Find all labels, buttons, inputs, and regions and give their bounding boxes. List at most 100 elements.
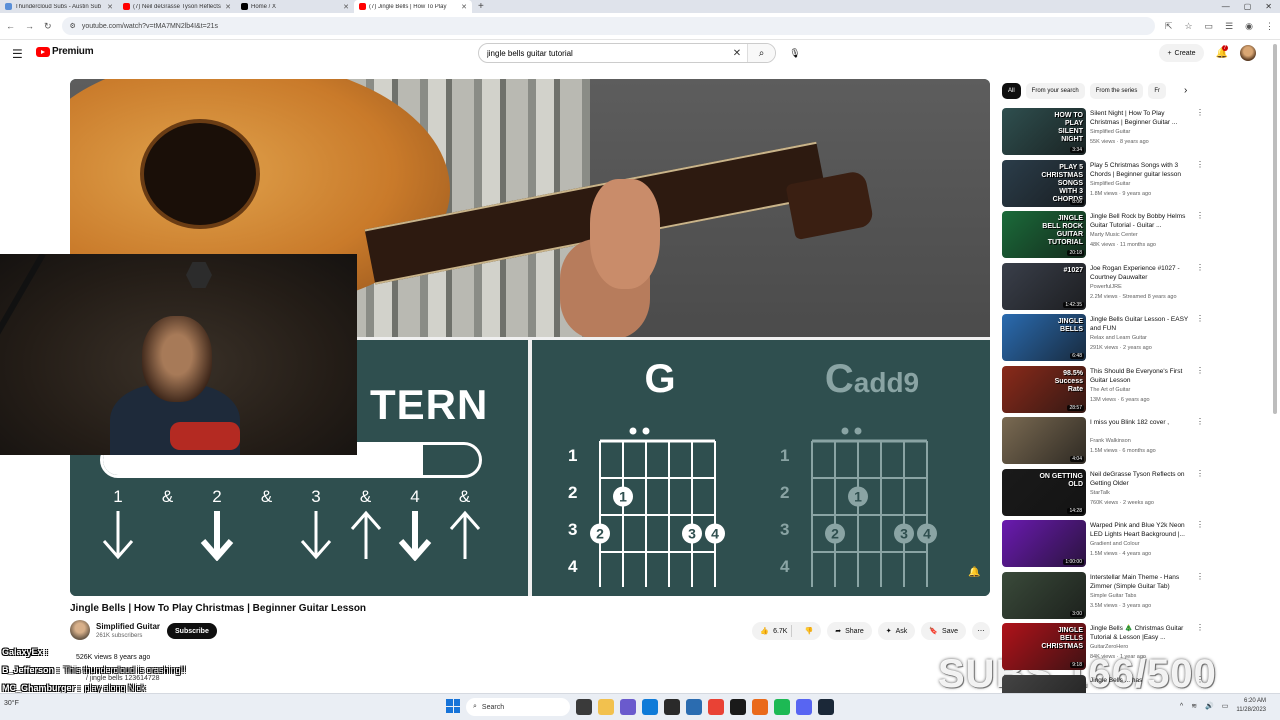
site-info-icon[interactable]: ⚙ [70, 22, 76, 30]
video-thumbnail[interactable]: 4:04 [1002, 417, 1086, 464]
notifications-bell-icon[interactable]: 🔔 7 [1216, 44, 1229, 59]
url-input[interactable]: ⚙ youtube.com/watch?v=tMA7MN2lb4I&t=21s [61, 17, 1155, 35]
filter-chip[interactable]: From your search [1025, 83, 1085, 99]
menu-icon[interactable]: ☰ [12, 47, 23, 61]
windows-start-icon[interactable] [446, 699, 460, 713]
recommendation-item[interactable]: PLAY 5 CHRISTMAS SONGS WITH 3 CHORDS 8:06… [1002, 159, 1207, 212]
minimize-icon[interactable]: — [1222, 2, 1230, 11]
more-options-icon[interactable]: ⋮ [1196, 623, 1204, 632]
clear-search-icon[interactable]: ✕ [727, 48, 747, 59]
weather-widget[interactable]: 30°F [4, 700, 19, 707]
recommendation-title[interactable]: Jingle Bells 🎄 Christmas Guitar Tutorial… [1090, 624, 1190, 642]
account-avatar[interactable] [1240, 45, 1256, 61]
more-options-icon[interactable]: ⋮ [1196, 160, 1204, 169]
outlook-icon[interactable] [686, 699, 702, 715]
recommendation-channel[interactable]: GuitarZeroHero [1090, 644, 1128, 650]
recommendation-title[interactable]: Joe Rogan Experience #1027 - Courtney Da… [1090, 264, 1190, 282]
browser-menu-icon[interactable]: ⋮ [1265, 21, 1274, 32]
sidebar-icon[interactable]: ▭ [1205, 21, 1214, 32]
recommendation-title[interactable]: Jingle Bells ... has [1090, 676, 1190, 685]
voice-search-icon[interactable]: 🎙 [786, 45, 804, 61]
video-thumbnail[interactable]: 98.5% Success Rate 28:57 [1002, 365, 1086, 413]
task-view-icon[interactable] [576, 699, 592, 715]
recommendation-item[interactable]: JINGLE BELLS 6:48 Jingle Bells Guitar Less… [1002, 314, 1207, 366]
video-thumbnail[interactable]: JINGLE BELLS CHRISTMAS 9:18 [1002, 623, 1086, 670]
steam-icon[interactable] [818, 699, 834, 715]
forward-icon[interactable]: → [25, 21, 34, 31]
recommendation-channel[interactable]: Simplified Guitar [1090, 181, 1130, 187]
video-thumbnail[interactable]: JINGLE BELL ROCK GUITAR TUTORIAL 20:18 [1002, 211, 1086, 258]
close-tab-icon[interactable]: ✕ [225, 3, 231, 11]
recommendation-channel[interactable]: Relax and Learn Guitar [1090, 335, 1147, 341]
share-button[interactable]: ➦ Share [827, 622, 872, 640]
close-tab-icon[interactable]: ✕ [343, 3, 349, 11]
recommendation-channel[interactable]: The Art of Guitar [1090, 387, 1130, 393]
recommendation-channel[interactable]: Simple Guitar Tabs [1090, 593, 1136, 599]
recommendation-title[interactable]: Warped Pink and Blue Y2k Neon LED Lights… [1090, 521, 1190, 539]
bookmark-star-icon[interactable]: ☆ [1184, 21, 1192, 32]
recommendation-item[interactable]: 3:00 Interstellar Main Theme - Hans Zimme… [1002, 571, 1207, 624]
recommendation-item[interactable]: JINGLE BELLS CHRISTMAS 9:18 Jingle Bells 🎄… [1002, 623, 1207, 675]
filter-chip[interactable]: Fr [1148, 83, 1167, 99]
discord-icon[interactable] [796, 699, 812, 715]
video-thumbnail[interactable]: #1027 1:42:35 [1002, 262, 1086, 310]
browser-tab[interactable]: Thundercloud Subs - Austin Sub ✕ [0, 0, 118, 13]
video-thumbnail[interactable]: JINGLE BELLS 6:48 [1002, 314, 1086, 361]
recommendation-title[interactable]: I miss you Blink 182 cover , [1090, 418, 1190, 427]
more-options-icon[interactable]: ⋮ [1196, 211, 1204, 220]
tray-chevron-icon[interactable]: ^ [1180, 703, 1183, 710]
like-count[interactable]: 6.7K [773, 628, 787, 635]
recommendation-title[interactable]: Jingle Bell Rock by Bobby Helms Guitar T… [1090, 212, 1190, 230]
browser-tab[interactable]: Home / X ✕ [236, 0, 354, 13]
edge-icon[interactable] [642, 699, 658, 715]
channel-avatar[interactable] [70, 620, 90, 640]
new-tab-button[interactable]: + [472, 1, 490, 12]
recommendation-title[interactable]: Silent Night | How To Play Christmas | B… [1090, 109, 1190, 127]
youtube-logo[interactable]: Premium [36, 46, 94, 57]
profile-icon[interactable]: ◉ [1245, 21, 1253, 32]
app-icon[interactable] [752, 699, 768, 715]
store-icon[interactable] [664, 699, 680, 715]
recommendation-item[interactable]: JINGLE BELL ROCK GUITAR TUTORIAL 20:18 Jin… [1002, 211, 1207, 263]
recommendation-channel[interactable]: Gradient and Colour [1090, 541, 1140, 547]
search-button[interactable]: ⌕ [747, 44, 775, 62]
more-options-icon[interactable]: ⋮ [1196, 108, 1204, 117]
recommendation-channel[interactable]: StarTalk [1090, 490, 1110, 496]
create-button[interactable]: + Create [1159, 44, 1204, 62]
recommendation-item[interactable]: ON GETTING OLD 14:28 Neil deGrasse Tyson R… [1002, 468, 1207, 521]
install-icon[interactable]: ⇱ [1165, 21, 1173, 32]
volume-icon[interactable]: 🔊 [1205, 702, 1214, 710]
recommendation-item[interactable]: HOW TO PLAY SILENT NIGHT 3:34 Silent Night… [1002, 108, 1207, 160]
browser-tab[interactable]: (7) Jingle Bells | How To Play ✕ [354, 0, 472, 13]
more-options-icon[interactable]: ⋮ [1196, 469, 1204, 478]
search-input[interactable] [479, 48, 727, 58]
video-thumbnail[interactable]: ON GETTING OLD 14:28 [1002, 468, 1086, 516]
recommendation-item[interactable]: 4:04 I miss you Blink 182 cover , Frank Wa… [1002, 417, 1207, 469]
browser-tab[interactable]: (7) Neil deGrasse Tyson Reflects ✕ [118, 0, 236, 13]
recommendation-channel[interactable]: Frank Walkinson [1090, 438, 1131, 444]
clock[interactable]: 6:20 AM 11/28/2023 [1236, 697, 1266, 715]
extensions-icon[interactable]: ☰ [1225, 21, 1233, 32]
reload-icon[interactable]: ↻ [44, 21, 52, 32]
file-explorer-icon[interactable] [598, 699, 614, 715]
recommendation-title[interactable]: Neil deGrasse Tyson Reflects on Getting … [1090, 470, 1190, 488]
close-tab-icon[interactable]: ✕ [107, 3, 113, 11]
more-options-icon[interactable]: ⋮ [1196, 675, 1204, 684]
back-icon[interactable]: ← [6, 21, 15, 31]
recommendation-title[interactable]: Play 5 Christmas Songs with 3 Chords | B… [1090, 161, 1190, 179]
recommendation-channel[interactable]: Marty Music Center [1090, 232, 1138, 238]
more-actions-button[interactable]: ⋯ [972, 622, 990, 640]
battery-icon[interactable]: ▭ [1222, 702, 1229, 710]
recommendation-item[interactable]: #1027 1:42:35 Joe Rogan Experience #1027 -… [1002, 262, 1207, 315]
more-options-icon[interactable]: ⋮ [1196, 520, 1204, 529]
channel-name[interactable]: Simplified Guitar [96, 622, 160, 631]
more-options-icon[interactable]: ⋮ [1196, 314, 1204, 323]
recommendation-channel[interactable]: Simplified Guitar [1090, 129, 1130, 135]
filter-chip[interactable]: All [1002, 83, 1021, 99]
taskbar-search[interactable]: ⌕ Search [466, 698, 570, 716]
recommendation-title[interactable]: This Should Be Everyone's First Guitar L… [1090, 367, 1190, 385]
spotify-icon[interactable] [774, 699, 790, 715]
more-options-icon[interactable]: ⋮ [1196, 366, 1204, 375]
video-thumbnail[interactable]: PLAY 5 CHRISTMAS SONGS WITH 3 CHORDS 8:06 [1002, 159, 1086, 207]
recommendation-title[interactable]: Jingle Bells Guitar Lesson - EASY and FU… [1090, 315, 1190, 333]
